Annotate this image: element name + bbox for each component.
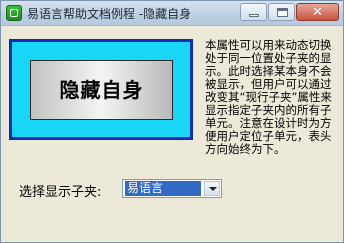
hide-self-panel[interactable]: 隐藏自身 — [30, 60, 173, 120]
app-icon[interactable] — [6, 5, 22, 21]
selector-label: 选择显示子夹: — [19, 185, 102, 200]
window-title: 易语言帮助文档例程 -隐藏自身 — [27, 7, 192, 21]
description-text: 本属性可以用来动态切换处于同一位置处子夹的显示。此时选择某本身不会被显示，但用户… — [205, 38, 332, 156]
title-bar[interactable]: 易语言帮助文档例程 -隐藏自身 ✕ — [1, 1, 343, 26]
minimize-icon — [249, 14, 259, 17]
subfolder-select[interactable]: 易语言 — [122, 179, 222, 198]
window-controls: ✕ — [239, 3, 339, 21]
tab-container-frame: 隐藏自身 — [9, 39, 193, 140]
close-icon: ✕ — [312, 5, 323, 20]
app-window: 易语言帮助文档例程 -隐藏自身 ✕ 隐藏自身 本属性可以用来动态切换处于同一位置… — [0, 0, 344, 243]
close-button[interactable]: ✕ — [296, 3, 339, 21]
maximize-button[interactable] — [268, 3, 295, 21]
subfolder-select-value: 易语言 — [125, 181, 201, 196]
hide-self-label: 隐藏自身 — [59, 78, 144, 102]
chevron-down-icon[interactable] — [204, 181, 220, 196]
maximize-icon — [277, 8, 288, 17]
minimize-button[interactable] — [240, 3, 267, 21]
